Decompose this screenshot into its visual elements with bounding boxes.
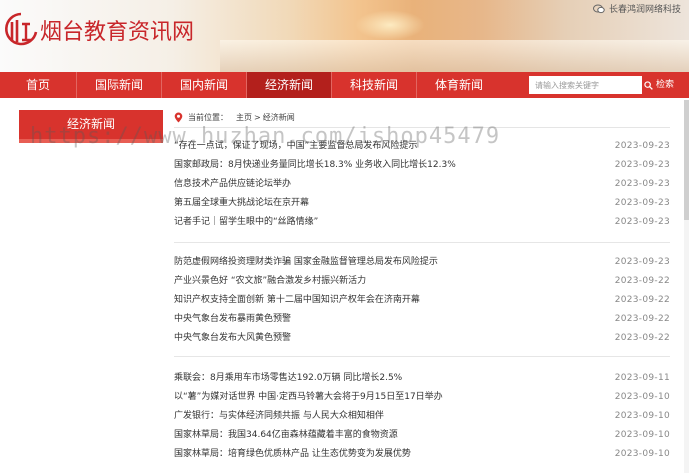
news-row[interactable]: 防范虚假网络投资理财类诈骗 国家金融监督管理总局发布风险提示 2023-09-23 xyxy=(174,253,670,272)
banner-sun xyxy=(355,10,425,40)
news-title[interactable]: 乘联会：8月乘用车市场零售达192.0万辆 同比增长2.5% xyxy=(174,369,402,388)
site-logo[interactable]: 烟台教育资讯网 xyxy=(4,12,194,48)
news-list-group-1: “存在一点试，保证了现场，中国”主要监督总局发布风险提示 2023-09-23 国… xyxy=(174,137,670,232)
news-row[interactable]: “存在一点试，保证了现场，中国”主要监督总局发布风险提示 2023-09-23 xyxy=(174,137,670,156)
news-title[interactable]: 国家林草局：我国34.64亿亩森林蕴藏着丰富的食物资源 xyxy=(174,426,398,445)
chat-icon xyxy=(592,4,605,13)
news-date: 2023-09-10 xyxy=(614,449,670,459)
nav-item-economy[interactable]: 经济新闻 xyxy=(247,72,331,98)
breadcrumb: 当前位置： 主页 > 经济新闻 xyxy=(174,110,295,124)
news-row[interactable]: 国家邮政局：8月快递业务量同比增长18.3% 业务收入同比增长12.3% 2023… xyxy=(174,156,670,175)
news-row[interactable]: 产业兴景色好 “农文旅”融合激发乡村振兴新活力 2023-09-22 xyxy=(174,272,670,291)
breadcrumb-current: 经济新闻 xyxy=(262,112,295,122)
news-row[interactable]: 中央气象台发布大风黄色预警 2023-09-22 xyxy=(174,329,670,348)
news-date: 2023-09-10 xyxy=(614,411,670,421)
news-title[interactable]: 广发银行：与实体经济同频共振 与人民大众相知相伴 xyxy=(174,407,384,426)
search-icon xyxy=(644,80,653,90)
news-title[interactable]: 中央气象台发布暴雨黄色预警 xyxy=(174,310,291,329)
news-date: 2023-09-22 xyxy=(614,314,670,324)
breadcrumb-label: 当前位置： xyxy=(188,112,228,122)
location-pin-icon xyxy=(174,112,183,122)
logo-mark-icon xyxy=(5,12,38,46)
breadcrumb-separator: > xyxy=(254,112,261,122)
news-row[interactable]: 以“薯”为媒对话世界 中国·定西马铃薯大会将于9月15日至17日举办 2023-0… xyxy=(174,388,670,407)
news-title[interactable]: 记者手记｜留学生眼中的“丝路情缘” xyxy=(174,213,318,232)
site-title: 烟台教育资讯网 xyxy=(40,20,195,45)
news-title[interactable]: 防范虚假网络投资理财类诈骗 国家金融监督管理总局发布风险提示 xyxy=(174,253,438,272)
scrollbar-thumb[interactable] xyxy=(684,100,689,220)
news-date: 2023-09-23 xyxy=(614,257,670,267)
news-row[interactable]: 信息技术产品供应链论坛举办 2023-09-23 xyxy=(174,175,670,194)
news-title[interactable]: 以“薯”为媒对话世界 中国·定西马铃薯大会将于9月15日至17日举办 xyxy=(174,388,443,407)
news-row[interactable]: 第五届全球重大挑战论坛在京开幕 2023-09-23 xyxy=(174,194,670,213)
news-row[interactable]: 乘联会：8月乘用车市场零售达192.0万辆 同比增长2.5% 2023-09-11 xyxy=(174,369,670,388)
news-list-group-2: 防范虚假网络投资理财类诈骗 国家金融监督管理总局发布风险提示 2023-09-23… xyxy=(174,253,670,348)
news-title[interactable]: 信息技术产品供应链论坛举办 xyxy=(174,175,291,194)
news-date: 2023-09-10 xyxy=(614,392,670,402)
news-date: 2023-09-23 xyxy=(614,160,670,170)
news-date: 2023-09-10 xyxy=(614,430,670,440)
sidebar-category-underline xyxy=(19,139,163,143)
news-title[interactable]: 国家邮政局：8月快递业务量同比增长18.3% 业务收入同比增长12.3% xyxy=(174,156,456,175)
group-divider xyxy=(174,356,670,357)
group-divider xyxy=(174,242,670,243)
banner-sea xyxy=(220,40,689,72)
news-row[interactable]: 中央气象台发布暴雨黄色预警 2023-09-22 xyxy=(174,310,670,329)
news-title[interactable]: 第五届全球重大挑战论坛在京开幕 xyxy=(174,194,309,213)
news-list-group-3: 乘联会：8月乘用车市场零售达192.0万辆 同比增长2.5% 2023-09-11… xyxy=(174,369,670,464)
news-date: 2023-09-22 xyxy=(614,333,670,343)
nav-item-technology[interactable]: 科技新闻 xyxy=(332,72,416,98)
news-date: 2023-09-22 xyxy=(614,295,670,305)
news-date: 2023-09-23 xyxy=(614,141,670,151)
company-name: 长春鸿润网络科技 xyxy=(608,5,681,15)
news-date: 2023-09-23 xyxy=(614,179,670,189)
breadcrumb-divider xyxy=(174,127,670,128)
news-title[interactable]: 中央气象台发布大风黄色预警 xyxy=(174,329,291,348)
breadcrumb-home[interactable]: 主页 xyxy=(236,112,252,123)
news-row[interactable]: 国家林草局：我国34.64亿亩森林蕴藏着丰富的食物资源 2023-09-10 xyxy=(174,426,670,445)
news-date: 2023-09-11 xyxy=(614,373,670,383)
news-row[interactable]: 广发银行：与实体经济同频共振 与人民大众相知相伴 2023-09-10 xyxy=(174,407,670,426)
news-title[interactable]: 知识产权支持全面创新 第十二届中国知识产权年会在济南开幕 xyxy=(174,291,420,310)
news-title[interactable]: “存在一点试，保证了现场，中国”主要监督总局发布风险提示 xyxy=(174,137,417,156)
news-title[interactable]: 产业兴景色好 “农文旅”融合激发乡村振兴新活力 xyxy=(174,272,366,291)
sidebar-category-label: 经济新闻 xyxy=(66,117,115,131)
nav-item-home[interactable]: 首页 xyxy=(0,72,76,98)
news-title[interactable]: 国家林草局：培育绿色优质林产品 让生态优势变为发展优势 xyxy=(174,445,411,464)
search-button-label: 检索 xyxy=(656,80,675,90)
news-date: 2023-09-23 xyxy=(614,217,670,227)
nav-item-international[interactable]: 国际新闻 xyxy=(77,72,161,98)
news-date: 2023-09-22 xyxy=(614,276,670,286)
news-date: 2023-09-23 xyxy=(614,198,670,208)
company-link[interactable]: 长春鸿润网络科技 xyxy=(592,2,681,15)
search-input[interactable] xyxy=(529,76,642,94)
news-row[interactable]: 国家林草局：培育绿色优质林产品 让生态优势变为发展优势 2023-09-10 xyxy=(174,445,670,464)
nav-item-domestic[interactable]: 国内新闻 xyxy=(162,72,246,98)
sidebar-category[interactable]: 经济新闻 xyxy=(19,110,163,143)
news-row[interactable]: 记者手记｜留学生眼中的“丝路情缘” 2023-09-23 xyxy=(174,213,670,232)
news-row[interactable]: 知识产权支持全面创新 第十二届中国知识产权年会在济南开幕 2023-09-22 xyxy=(174,291,670,310)
header-banner: 烟台教育资讯网 长春鸿润网络科技 xyxy=(0,0,689,72)
page-scrollbar[interactable] xyxy=(684,100,689,473)
search-button[interactable]: 检索 xyxy=(644,76,674,94)
nav-item-sports[interactable]: 体育新闻 xyxy=(417,72,501,98)
